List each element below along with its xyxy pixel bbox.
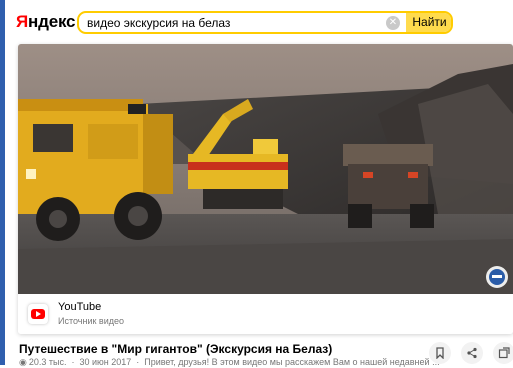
video-preview[interactable] xyxy=(18,44,513,294)
source-row[interactable]: YouTube Источник видео xyxy=(18,294,513,334)
window-edge xyxy=(0,0,5,365)
source-name[interactable]: YouTube xyxy=(58,301,101,313)
channel-logo-icon xyxy=(486,266,508,288)
bookmark-button[interactable] xyxy=(429,342,451,364)
source-subtitle: Источник видео xyxy=(58,316,124,326)
close-icon[interactable]: ✕ xyxy=(386,16,400,30)
logo-rest: ндекс xyxy=(28,12,76,31)
logo-first-letter: Я xyxy=(16,12,29,31)
view-count: 20.3 тыс. xyxy=(28,357,67,367)
search-button[interactable]: Найти xyxy=(406,13,451,32)
header: Яндекс ✕ Найти xyxy=(5,0,513,44)
search-input[interactable] xyxy=(87,15,377,31)
youtube-icon xyxy=(28,304,48,324)
search-box: ✕ Найти xyxy=(77,11,453,34)
result-title[interactable]: Путешествие в "Мир гигантов" (Экскурсия … xyxy=(19,342,332,356)
share-button[interactable] xyxy=(461,342,483,364)
snippet: Привет, друзья! В этом видео мы расскаже… xyxy=(144,357,440,367)
video-thumbnail xyxy=(18,44,513,294)
publish-date: 30 июн 2017 xyxy=(79,357,132,367)
video-card: YouTube Источник видео xyxy=(18,44,513,334)
eye-icon: ◉ xyxy=(19,357,27,367)
yandex-logo[interactable]: Яндекс xyxy=(16,12,75,32)
share-icon xyxy=(467,347,477,359)
external-icon xyxy=(498,347,510,359)
open-button[interactable] xyxy=(493,342,513,364)
result-meta: ◉ 20.3 тыс. · 30 июн 2017 · Привет, друзья! В… xyxy=(19,357,440,367)
bookmark-icon xyxy=(436,347,444,359)
